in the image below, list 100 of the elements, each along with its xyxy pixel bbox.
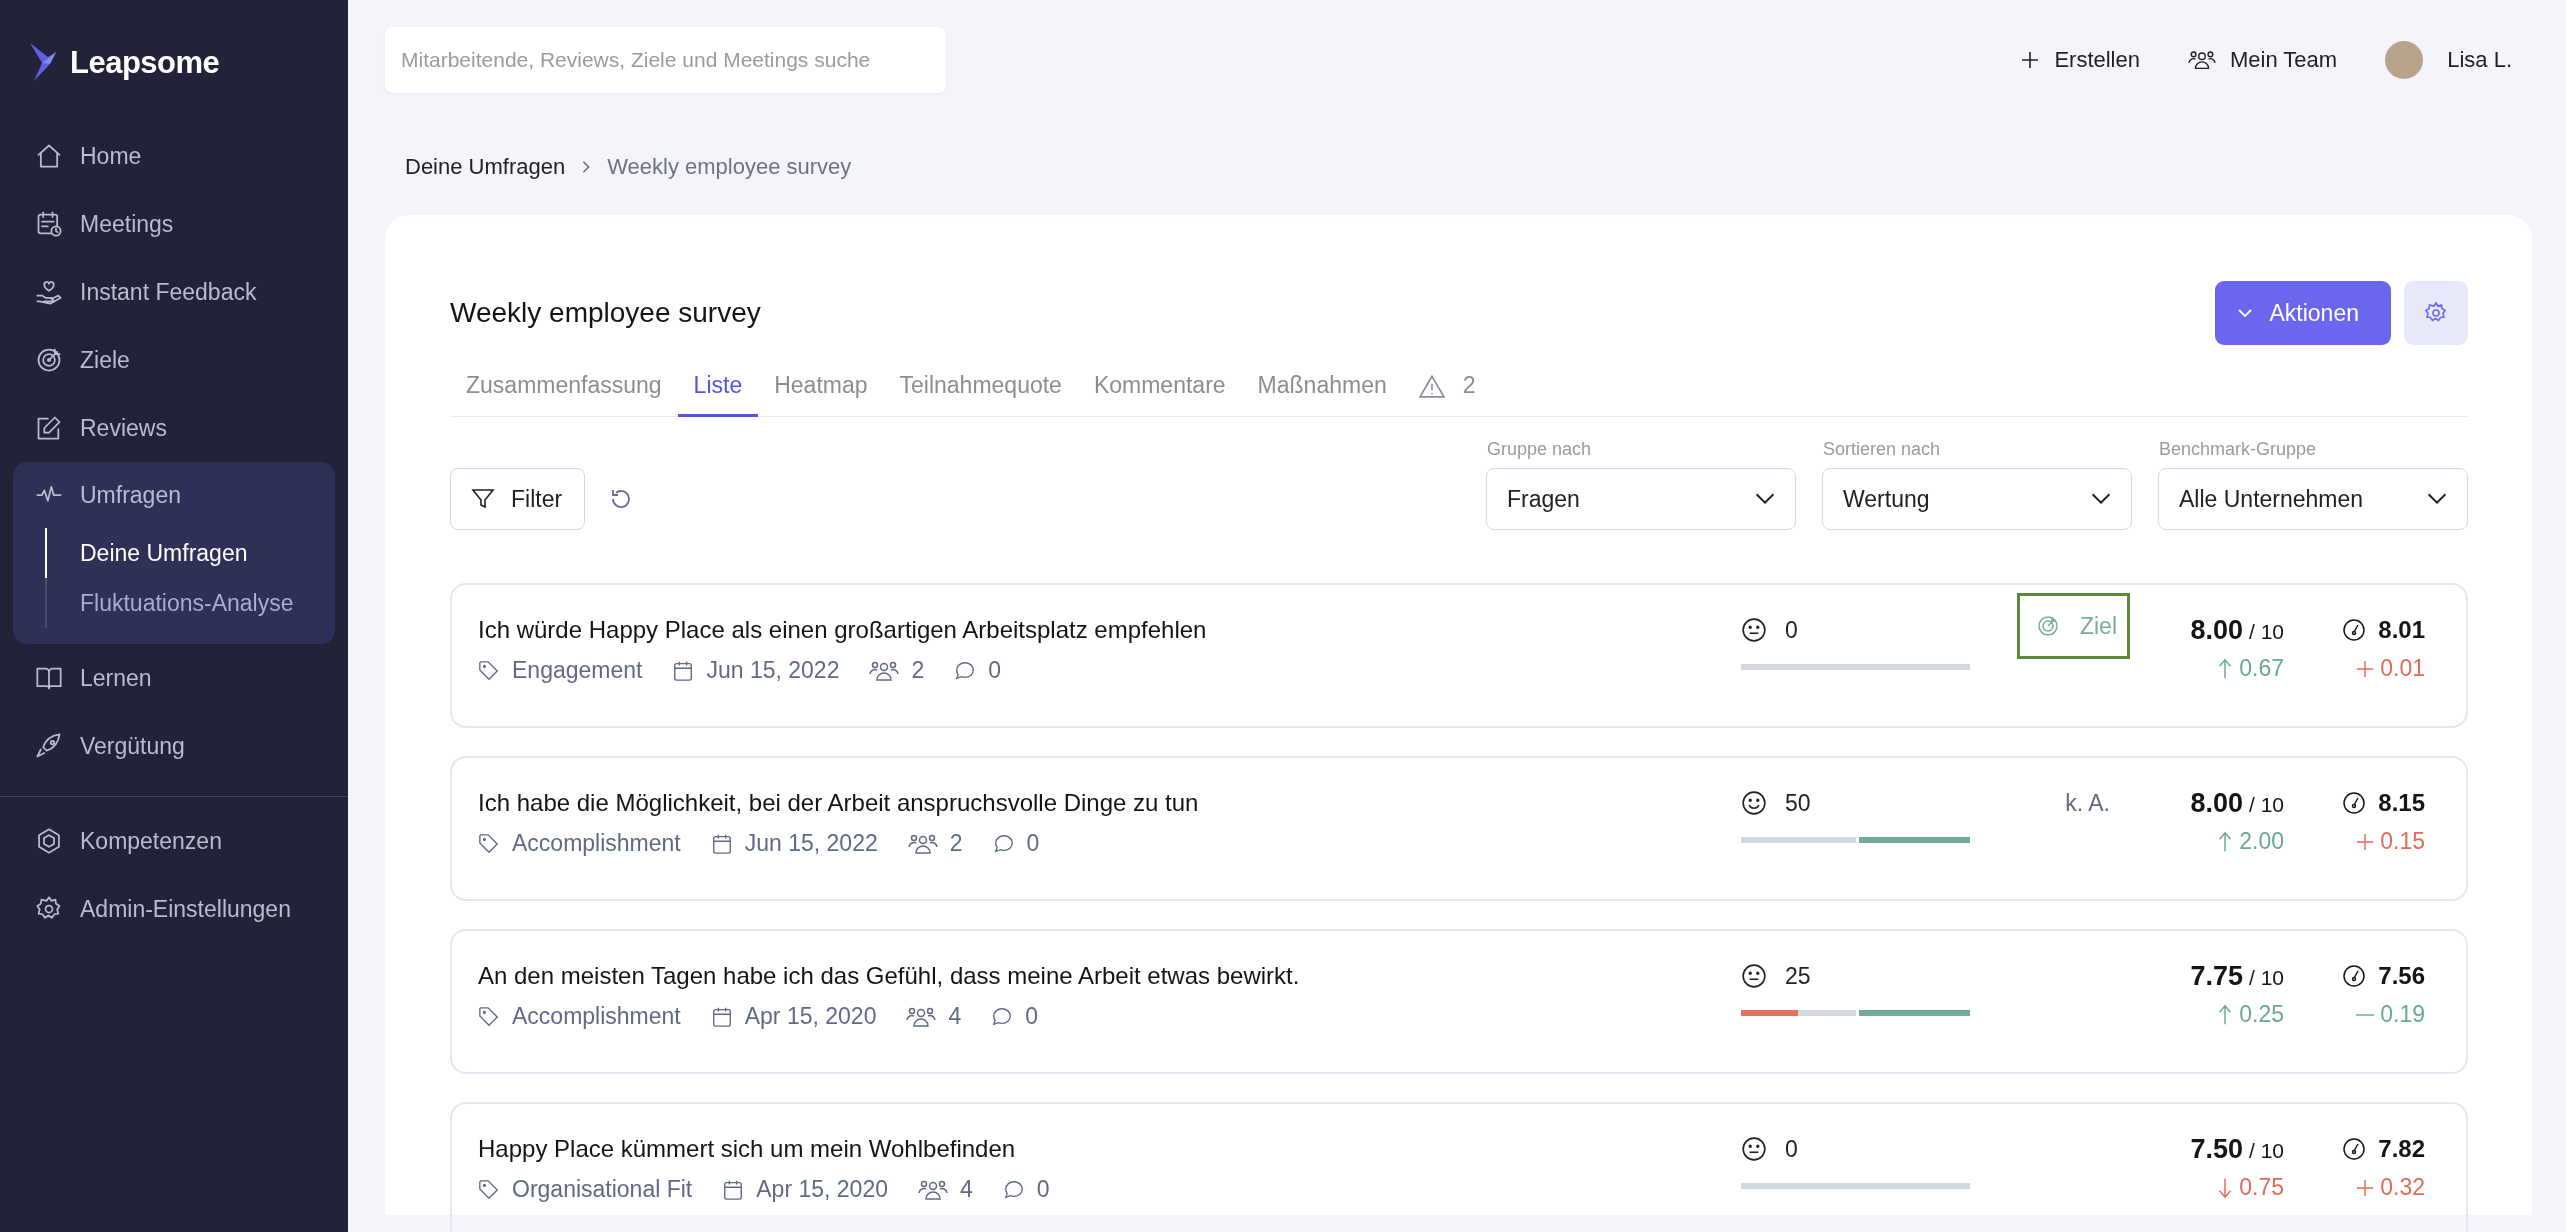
- date-text: Apr 15, 2020: [744, 1003, 877, 1030]
- favorability-value: 25: [1785, 962, 1811, 990]
- favorability-value: 0: [1785, 616, 1798, 644]
- benchmark-difference: 0.32: [2380, 1174, 2425, 1201]
- date-text: Jun 15, 2022: [706, 657, 840, 684]
- chevron-down-icon: [2427, 493, 2447, 505]
- nav-item[interactable]: Ziele: [0, 326, 348, 394]
- dropdown[interactable]: Wertung: [1822, 468, 2132, 530]
- plus-icon: [2020, 50, 2041, 70]
- nav-item[interactable]: Home: [0, 122, 348, 190]
- benchmark-value: 7.82: [2378, 1135, 2425, 1163]
- participant-count: 2: [911, 657, 925, 684]
- comment-count: 0: [1026, 830, 1040, 857]
- comment-count: 0: [1036, 1176, 1050, 1203]
- score-value: 8.00 / 10: [2190, 615, 2284, 645]
- question-text: An den meisten Tagen habe ich das Gefühl, dass meine Arbeit etwas bewirkt.: [478, 961, 1301, 991]
- create-button[interactable]: Erstellen: [2020, 47, 2140, 73]
- target-icon: [35, 346, 63, 374]
- gauge-icon: [2342, 791, 2367, 815]
- people-icon: [2187, 49, 2216, 71]
- gauge-icon: [2342, 1137, 2367, 1161]
- calendar-icon: [710, 832, 733, 855]
- benchmark-value: 8.15: [2378, 789, 2425, 817]
- user-menu[interactable]: Lisa L.: [2385, 41, 2512, 79]
- comment-icon: [991, 1005, 1014, 1028]
- category-label: Organisational Fit: [512, 1176, 693, 1203]
- calendar-icon: [672, 659, 695, 682]
- chevron-right-icon: [581, 160, 592, 174]
- comment-count: 0: [1025, 1003, 1039, 1030]
- favorability-value: 0: [1785, 1135, 1798, 1163]
- benchmark-value: 7.56: [2378, 962, 2425, 990]
- tag-icon: [478, 1005, 500, 1028]
- chevron-down-icon: [2237, 308, 2254, 318]
- question-text: Ich habe die Möglichkeit, bei der Arbeit anspruchsvolle Dinge zu tun: [478, 788, 1200, 818]
- question-card[interactable]: An den meisten Tagen habe ich das Gefühl, dass meine Arbeit etwas bewirkt. Accomplishment Apr 15, 2020 4 0 25 7.75 / 10 0.25 7.56 0.19: [450, 929, 2468, 1074]
- question-text: Ich würde Happy Place als einen großartigen Arbeitsplatz empfehlen: [478, 615, 1208, 645]
- question-card[interactable]: Ich habe die Möglichkeit, bei der Arbeit anspruchsvolle Dinge zu tun Accomplishment Jun 15, 2022 2 0 50 k. A. 8.00 / 10 2.00 8.15 0.15: [450, 756, 2468, 901]
- goal-label: Ziel: [2016, 593, 2130, 659]
- breadcrumb-link[interactable]: Weekly employee survey: [607, 154, 852, 180]
- nav-item[interactable]: Reviews: [0, 394, 348, 462]
- category-label: Accomplishment: [512, 830, 681, 857]
- benchmark-difference: 0.15: [2380, 828, 2425, 855]
- participant-count: 2: [949, 830, 963, 857]
- nav-subitem[interactable]: Deine Umfragen: [45, 528, 335, 578]
- avatar: [2385, 41, 2424, 79]
- rocket-icon: [35, 732, 63, 760]
- score-change: 0.75: [2239, 1174, 2284, 1201]
- calendar-clock-icon: [35, 210, 63, 238]
- score-change: 0.25: [2239, 1001, 2284, 1028]
- category-label: Engagement: [512, 657, 643, 684]
- question-card[interactable]: Ich würde Happy Place als einen großartigen Arbeitsplatz empfehlen Engagement Jun 15, 2022 2 0 0 Ziel 8.00 / 10 0.67 8.01 0.01: [450, 583, 2468, 728]
- chevron-down-icon: [1755, 493, 1775, 505]
- tab[interactable]: Liste: [677, 357, 759, 417]
- hexagon-icon: [35, 827, 63, 855]
- people-icon: [869, 659, 900, 682]
- nav-subitem[interactable]: Fluktuations-Analyse: [45, 578, 335, 628]
- question-text: Happy Place kümmert sich um mein Wohlbefinden: [478, 1134, 1017, 1164]
- team-button[interactable]: Mein Team: [2187, 47, 2338, 73]
- nav-item[interactable]: Instant Feedback: [0, 258, 348, 326]
- survey-title: Weekly employee survey: [450, 297, 761, 329]
- category-label: Accomplishment: [512, 1003, 681, 1030]
- benchmark-difference: 0.01: [2380, 655, 2425, 682]
- benchmark-difference: 0.19: [2380, 1001, 2425, 1028]
- tag-icon: [478, 1178, 500, 1201]
- breadcrumb-link[interactable]: Deine Umfragen: [405, 154, 566, 180]
- select-label: Sortieren nach: [1822, 439, 1942, 460]
- comment-icon: [954, 659, 977, 682]
- filter-icon: [471, 487, 495, 511]
- select-label: Gruppe nach: [1486, 439, 1593, 460]
- question-card[interactable]: Happy Place kümmert sich um mein Wohlbefinden Organisational Fit Apr 15, 2020 4 0 0 7.50 / 10 0.75 7.82 0.32: [450, 1102, 2468, 1232]
- filter-button[interactable]: Filter: [450, 468, 586, 530]
- score-value: 7.75 / 10: [2190, 961, 2284, 991]
- comment-count: 0: [988, 657, 1002, 684]
- calendar-icon: [710, 1005, 733, 1028]
- actions-button[interactable]: Aktionen: [2215, 281, 2391, 345]
- tag-icon: [478, 659, 500, 682]
- people-icon: [906, 1005, 937, 1028]
- search-field[interactable]: Mitarbeitende, Reviews, Ziele und Meetings suche: [385, 27, 946, 93]
- comment-icon: [1002, 1178, 1025, 1201]
- score-change: 2.00: [2239, 828, 2284, 855]
- target-value: k. A.: [2065, 789, 2111, 818]
- nav-item[interactable]: Admin-Einstellungen: [0, 875, 348, 943]
- settings-button[interactable]: [2404, 281, 2468, 345]
- date-text: Jun 15, 2022: [744, 830, 878, 857]
- nav-item[interactable]: Kompetenzen: [0, 807, 348, 875]
- nav-item[interactable]: Vergütung: [0, 712, 348, 780]
- score-value: 7.50 / 10: [2190, 1134, 2284, 1164]
- nav-item[interactable]: Lernen: [0, 644, 348, 712]
- chevron-down-icon: [2091, 493, 2111, 505]
- nav-item[interactable]: Meetings: [0, 190, 348, 258]
- date-text: Apr 15, 2020: [756, 1176, 888, 1203]
- dropdown[interactable]: Fragen: [1486, 468, 1796, 530]
- nav-item[interactable]: Umfragen: [13, 462, 335, 528]
- gauge-icon: [2342, 618, 2367, 642]
- people-icon: [907, 832, 938, 855]
- hand-heart-icon: [35, 278, 63, 306]
- tag-icon: [478, 832, 500, 855]
- edit-icon: [35, 414, 63, 442]
- dropdown[interactable]: Alle Unternehmen: [2158, 468, 2468, 530]
- score-value: 8.00 / 10: [2190, 788, 2284, 818]
